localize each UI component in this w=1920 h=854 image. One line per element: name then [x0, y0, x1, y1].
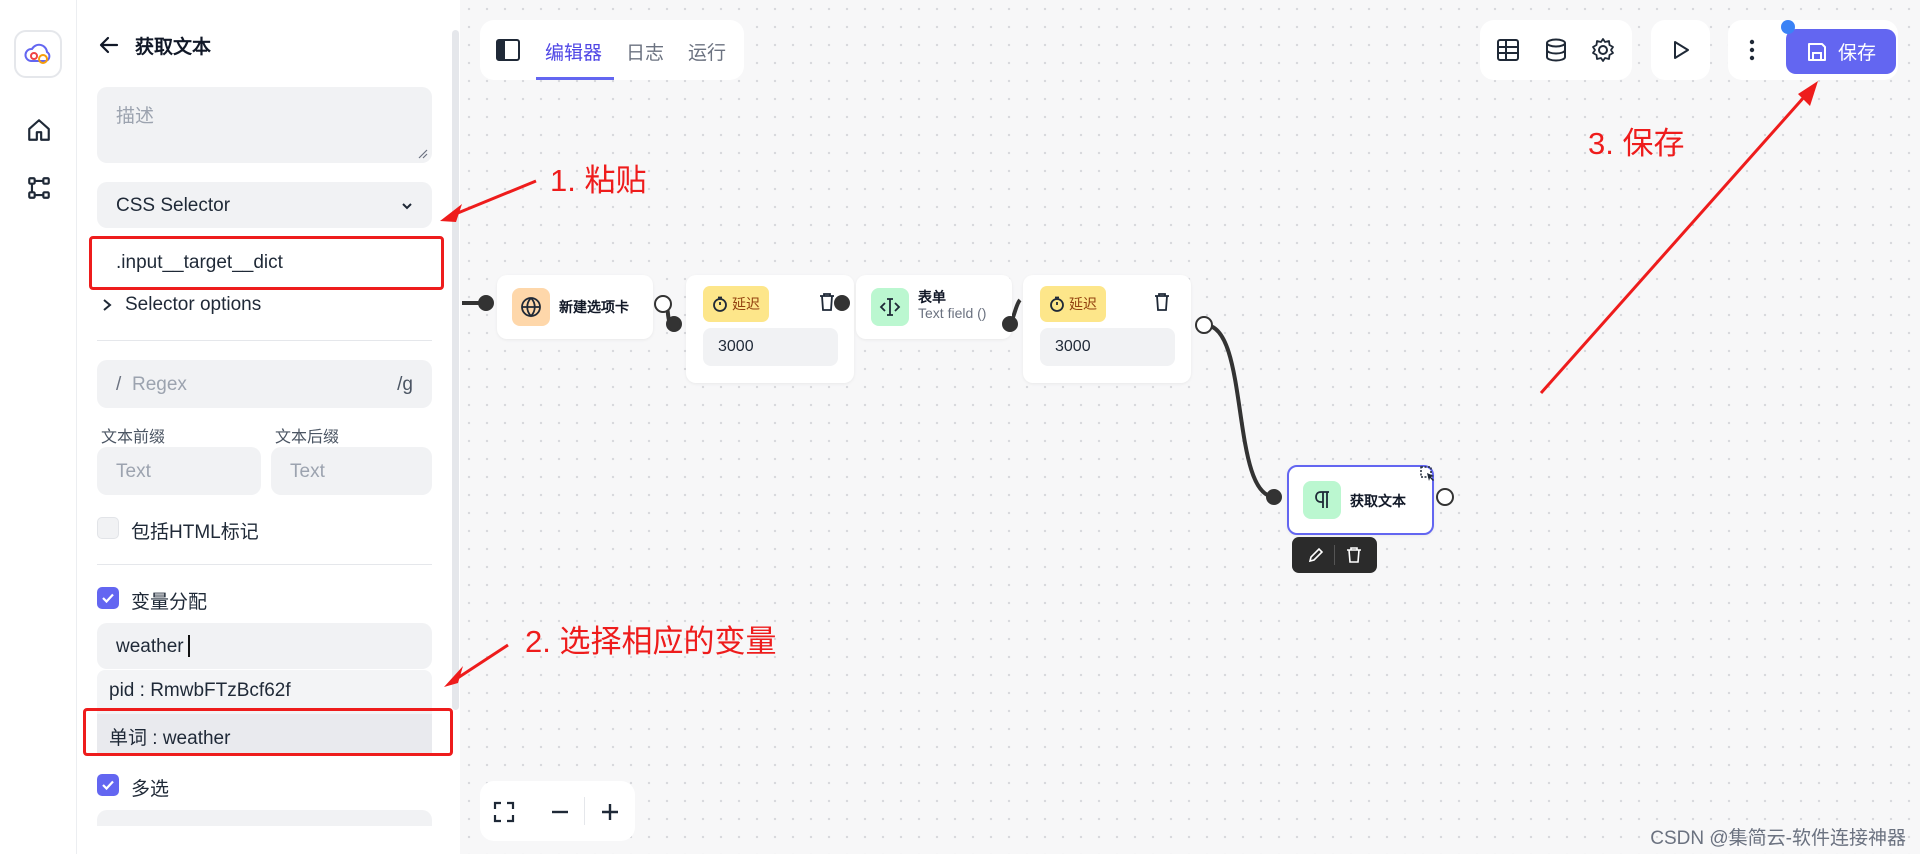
node-sublabel: Text field (): [918, 305, 987, 321]
delay-badge: 延迟: [1040, 286, 1106, 322]
delay-badge-label: 延迟: [732, 296, 760, 312]
node-label: 获取文本: [1350, 493, 1406, 509]
divider: [584, 797, 585, 825]
delay-input[interactable]: 3000: [703, 328, 838, 366]
delay-input[interactable]: 3000: [1040, 328, 1175, 366]
watermark: CSDN @集简云-软件连接神器: [1650, 828, 1906, 849]
node-form[interactable]: 表单 Text field (): [856, 275, 1012, 339]
annotation-step2: 2. 选择相应的变量: [525, 624, 777, 659]
node-input-handle[interactable]: [666, 316, 682, 332]
node-output-handle[interactable]: [1195, 316, 1213, 334]
zoom-out-icon[interactable]: [548, 800, 572, 824]
delay-value: 3000: [1055, 338, 1091, 355]
element-picker-icon[interactable]: [1419, 465, 1437, 483]
edit-icon[interactable]: [1307, 546, 1325, 564]
zoom-controls: [480, 781, 635, 841]
node-delay[interactable]: 延迟 3000: [686, 275, 854, 383]
paragraph-icon: [1303, 481, 1341, 519]
node-get-text[interactable]: 获取文本: [1287, 465, 1434, 535]
fullscreen-icon[interactable]: [492, 800, 516, 824]
annotation-step3: 3. 保存: [1588, 126, 1685, 161]
delay-badge: 延迟: [703, 286, 769, 322]
node-new-tab[interactable]: 新建选项卡: [497, 275, 653, 339]
delete-icon[interactable]: [1345, 546, 1363, 564]
node-delay[interactable]: 延迟 3000: [1023, 275, 1191, 383]
delete-icon[interactable]: [1153, 292, 1171, 312]
annotation-step1: 1. 粘贴: [550, 163, 647, 198]
timer-icon: [713, 296, 727, 312]
node-output-handle[interactable]: [1436, 488, 1454, 506]
node-label: 表单: [918, 289, 946, 305]
node-input-handle[interactable]: [1002, 316, 1018, 332]
node-actions-toolbar: [1292, 537, 1377, 573]
timer-icon: [1050, 296, 1064, 312]
node-input-handle[interactable]: [1266, 489, 1282, 505]
delay-badge-label: 延迟: [1069, 296, 1097, 312]
divider: [1334, 545, 1335, 565]
globe-icon: [512, 288, 550, 326]
node-label: 新建选项卡: [559, 299, 629, 315]
zoom-in-icon[interactable]: [598, 800, 622, 824]
node-output-handle[interactable]: [834, 295, 850, 311]
node-output-handle[interactable]: [654, 295, 672, 313]
text-cursor-icon: [871, 288, 909, 326]
node-input-handle[interactable]: [478, 295, 494, 311]
delay-value: 3000: [718, 338, 754, 355]
